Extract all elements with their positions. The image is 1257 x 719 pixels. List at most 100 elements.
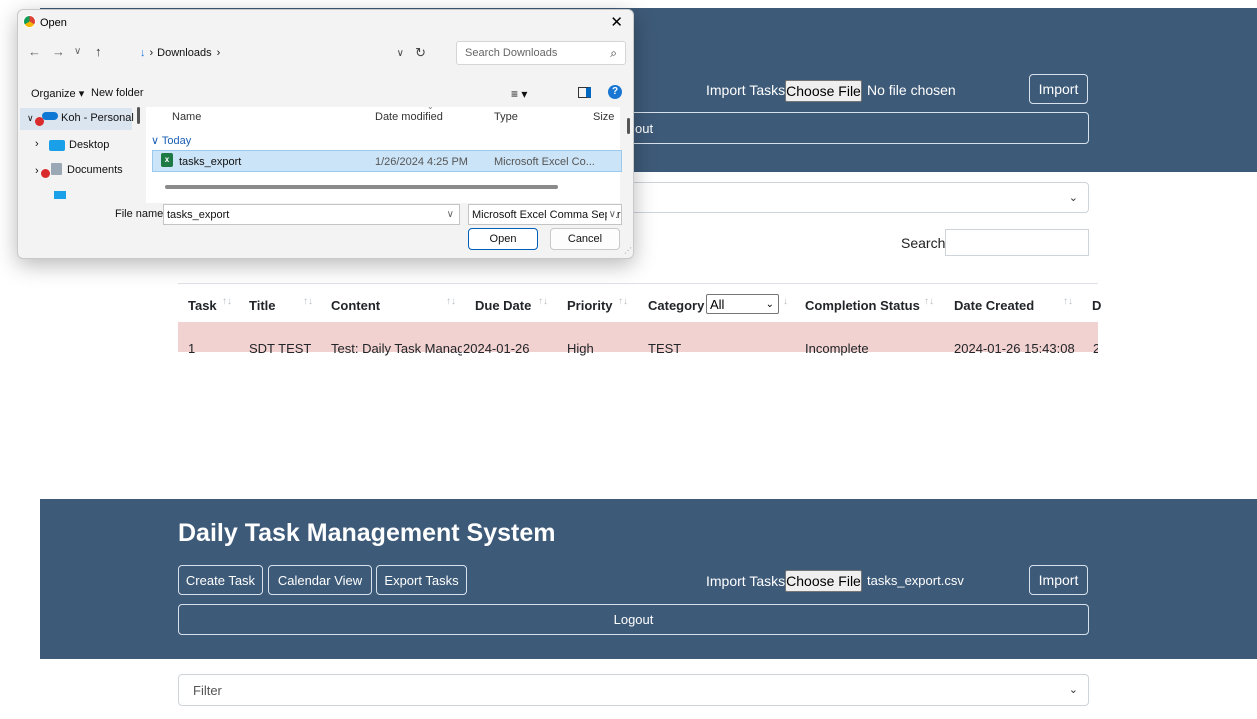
file-name-label: File name:	[115, 208, 167, 220]
nav-scrollbar[interactable]	[137, 107, 140, 124]
file-name-cell: tasks_export	[179, 156, 242, 168]
chrome-icon	[23, 15, 36, 28]
organize-menu[interactable]: Organize ▾	[31, 87, 84, 100]
sort-icon: ↑↓	[1063, 296, 1073, 307]
export-tasks-button[interactable]: Export Tasks	[376, 565, 467, 595]
header-due-date[interactable]: Due Date	[475, 298, 531, 313]
search-input[interactable]	[945, 229, 1089, 256]
category-filter-value: All	[710, 296, 725, 312]
choose-file-button[interactable]: Choose File	[785, 570, 862, 592]
file-type-value: Microsoft Excel Comma Separa	[472, 208, 622, 221]
file-type-select[interactable]: Microsoft Excel Comma Separa ∨	[468, 204, 622, 225]
group-chevron-icon: ∨	[151, 135, 162, 147]
back-arrow-icon[interactable]: ←	[28, 44, 41, 59]
logout-label: Logout	[613, 612, 654, 627]
view-menu-icon[interactable]: ≡ ▾	[511, 87, 527, 101]
logout-label: out	[635, 120, 654, 136]
header-task[interactable]: Task	[188, 298, 217, 313]
header-completion-status[interactable]: Completion Status	[805, 298, 920, 313]
download-icon: ↓	[140, 47, 146, 59]
cell-priority: High	[567, 341, 594, 356]
header-priority[interactable]: Priority	[567, 298, 613, 313]
preview-pane-icon[interactable]	[578, 87, 591, 98]
address-bar[interactable]: ↓ › Downloads › ∨ ↻	[140, 41, 426, 65]
horizontal-scrollbar[interactable]	[165, 185, 558, 189]
file-status-text: No file chosen	[867, 82, 956, 98]
chevron-down-icon: ∨	[606, 209, 616, 220]
cell-category: TEST	[648, 341, 682, 356]
resize-grip-icon[interactable]: ⋰	[624, 246, 632, 255]
import-button[interactable]: Import	[1029, 565, 1088, 595]
sync-error-icon	[41, 169, 50, 178]
cell-due-date: 2024-01-26	[463, 341, 530, 356]
documents-icon	[51, 163, 62, 175]
search-icon: ⌕	[610, 45, 617, 60]
group-today[interactable]: ∨ Today	[151, 134, 191, 147]
sort-icon: ↑↓	[924, 296, 934, 307]
column-size[interactable]: Size	[593, 111, 614, 123]
create-task-button[interactable]: Create Task	[178, 565, 263, 595]
folder-icon	[54, 191, 66, 199]
expand-chevron-icon[interactable]: ›	[35, 138, 39, 150]
choose-file-button[interactable]: Choose File	[785, 80, 862, 102]
breadcrumb-chevron-icon: ›	[149, 47, 154, 59]
recent-chevron-icon[interactable]: ∨	[74, 46, 81, 57]
sort-icon: ↑↓	[222, 296, 232, 307]
filter-select[interactable]: Filter ⌄	[178, 674, 1089, 706]
import-tasks-label: Import Tasks:	[706, 82, 789, 98]
header-date-created[interactable]: Date Created	[954, 298, 1034, 313]
cell-date-created: 2024-01-26 15:43:08	[954, 341, 1075, 356]
expand-chevron-icon[interactable]: ›	[35, 165, 39, 177]
search-downloads-input[interactable]: Search Downloads ⌕	[456, 41, 626, 65]
header-content[interactable]: Content	[331, 298, 380, 313]
nav-item-documents[interactable]: Documents	[67, 164, 123, 176]
excel-file-icon: x	[161, 153, 173, 167]
header-d[interactable]: D	[1092, 298, 1101, 313]
table-top-border	[178, 283, 1098, 284]
cell-completion-status: Incomplete	[805, 341, 869, 356]
forward-arrow-icon[interactable]: →	[52, 44, 65, 59]
file-status-text: tasks_export.csv	[867, 573, 964, 588]
cancel-button[interactable]: Cancel	[550, 228, 620, 250]
chevron-down-icon: ⌄	[1068, 191, 1078, 204]
open-file-dialog: Open ✕ ← → ∨ ↑ ↓ › Downloads › ∨ ↻ Searc…	[17, 9, 634, 259]
new-folder-button[interactable]: New folder	[91, 87, 144, 99]
refresh-icon[interactable]: ↻	[415, 45, 426, 61]
file-type-cell: Microsoft Excel Co...	[494, 156, 595, 168]
desktop-folder-icon	[49, 140, 65, 151]
header-category[interactable]: Category	[648, 298, 704, 313]
search-label: Search:	[901, 235, 950, 251]
address-dropdown-icon[interactable]: ∨	[397, 48, 404, 59]
dialog-title: Open	[40, 17, 67, 29]
column-name[interactable]: Name	[172, 111, 201, 123]
open-button[interactable]: Open	[468, 228, 538, 250]
logout-button[interactable]: out	[628, 112, 1089, 144]
breadcrumb-downloads[interactable]: Downloads	[157, 47, 211, 59]
navigation-pane: ∨ Koh - Personal › Desktop › Documents	[18, 107, 136, 203]
column-date-modified[interactable]: Date modified	[375, 111, 443, 123]
header-title[interactable]: Title	[249, 298, 276, 313]
cell-d: 2(	[1093, 341, 1098, 356]
filter-select[interactable]: ⌄	[628, 182, 1089, 213]
chevron-down-icon: ⌄	[765, 298, 774, 310]
up-arrow-icon[interactable]: ↑	[95, 44, 102, 59]
sort-icon: ↓	[783, 296, 788, 307]
chevron-down-icon[interactable]: ∨	[447, 209, 454, 220]
breadcrumb-chevron-icon: ›	[216, 47, 221, 59]
filter-select-value: Filter	[193, 682, 222, 698]
import-button[interactable]: Import	[1029, 74, 1088, 104]
expand-chevron-icon[interactable]: ∨	[27, 113, 34, 124]
cell-task: 1	[188, 341, 196, 356]
nav-item-koh-personal[interactable]: Koh - Personal	[61, 112, 134, 124]
category-filter-select[interactable]: All ⌄	[706, 294, 779, 314]
column-type[interactable]: Type	[494, 111, 518, 123]
close-icon[interactable]: ✕	[610, 13, 623, 31]
logout-button[interactable]: Logout	[178, 604, 1089, 635]
file-name-input[interactable]: tasks_export ∨	[163, 204, 460, 225]
vertical-scrollbar[interactable]	[627, 118, 630, 134]
group-today-label: Today	[161, 135, 192, 147]
calendar-view-button[interactable]: Calendar View	[268, 565, 372, 595]
nav-item-desktop[interactable]: Desktop	[69, 139, 109, 151]
import-tasks-label: Import Tasks:	[706, 573, 789, 589]
help-icon[interactable]: ?	[608, 85, 622, 99]
